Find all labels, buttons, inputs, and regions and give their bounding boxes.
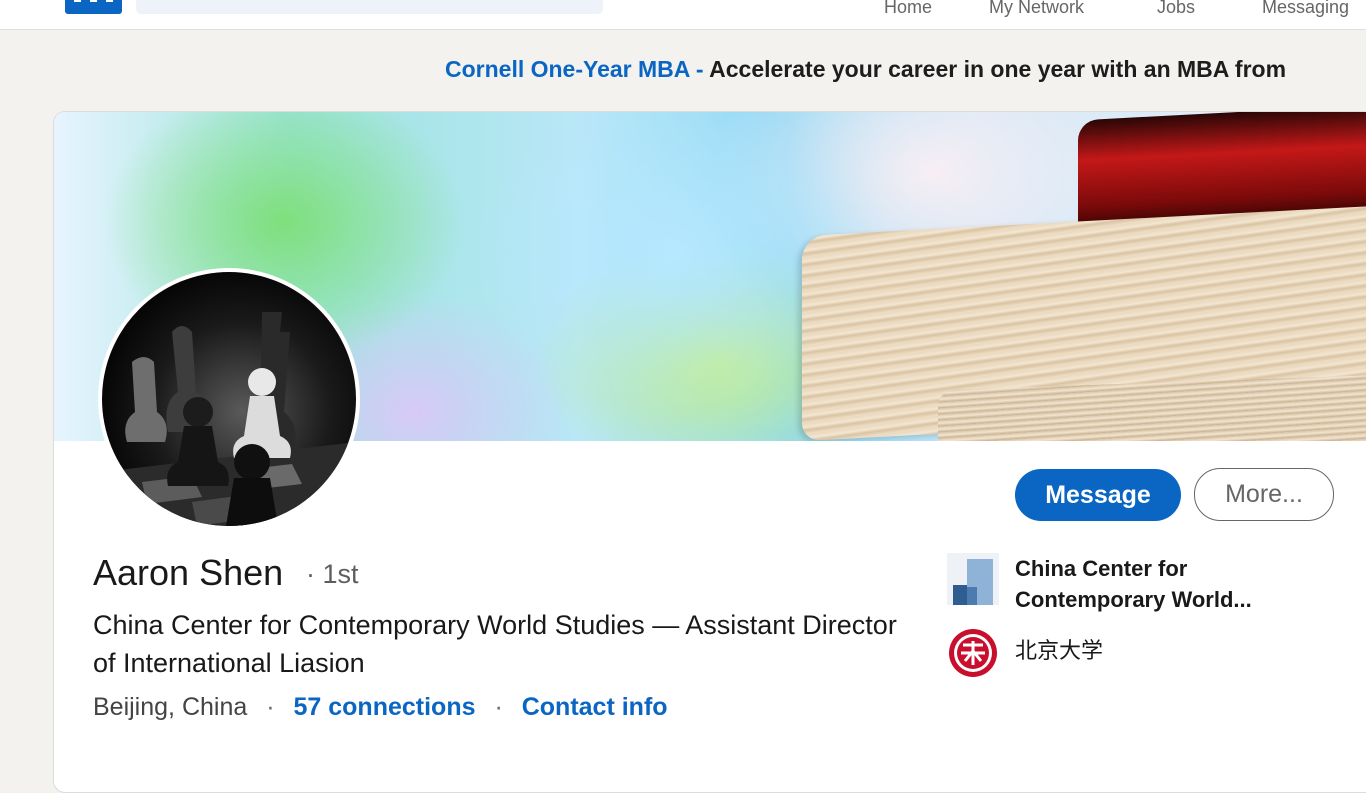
profile-meta: Beijing, China · 57 connections · Contac… [93, 693, 668, 722]
nav-jobs[interactable]: Jobs [1157, 0, 1195, 18]
nav-my-network[interactable]: My Network [989, 0, 1084, 18]
promo-banner[interactable]: Cornell One-Year MBA - Accelerate your c… [445, 56, 1286, 83]
separator-1: · [266, 693, 275, 721]
profile-card: Message More... Aaron Shen · 1st China C… [53, 111, 1366, 793]
chess-avatar-image [102, 272, 356, 526]
connections-link[interactable]: 57 connections [294, 693, 476, 721]
nav-home[interactable]: Home [884, 0, 932, 18]
top-navigation: Home My Network Jobs Messaging [0, 0, 1366, 30]
promo-text: Accelerate your career in one year with … [709, 56, 1287, 82]
separator-2: · [494, 693, 503, 721]
search-input[interactable] [136, 0, 603, 14]
more-button[interactable]: More... [1194, 468, 1334, 521]
profile-name: Aaron Shen [93, 552, 284, 593]
nav-messaging[interactable]: Messaging [1262, 0, 1349, 18]
profile-location: Beijing, China [93, 693, 248, 721]
avatar[interactable] [98, 268, 360, 530]
books-image [798, 112, 1366, 441]
school-name: 北京大学 [1015, 638, 1104, 663]
university-seal-icon [947, 627, 999, 679]
connection-degree: · 1st [306, 559, 359, 589]
linkedin-logo-icon[interactable] [65, 0, 122, 14]
contact-info-link[interactable]: Contact info [522, 693, 668, 721]
profile-headline: China Center for Contemporary World Stud… [93, 610, 897, 678]
company-logo-icon [947, 553, 999, 605]
message-button[interactable]: Message [1015, 469, 1181, 521]
company-name: China Center for Contemporary World... [1015, 556, 1252, 612]
promo-brand: Cornell One-Year MBA - [445, 56, 704, 82]
